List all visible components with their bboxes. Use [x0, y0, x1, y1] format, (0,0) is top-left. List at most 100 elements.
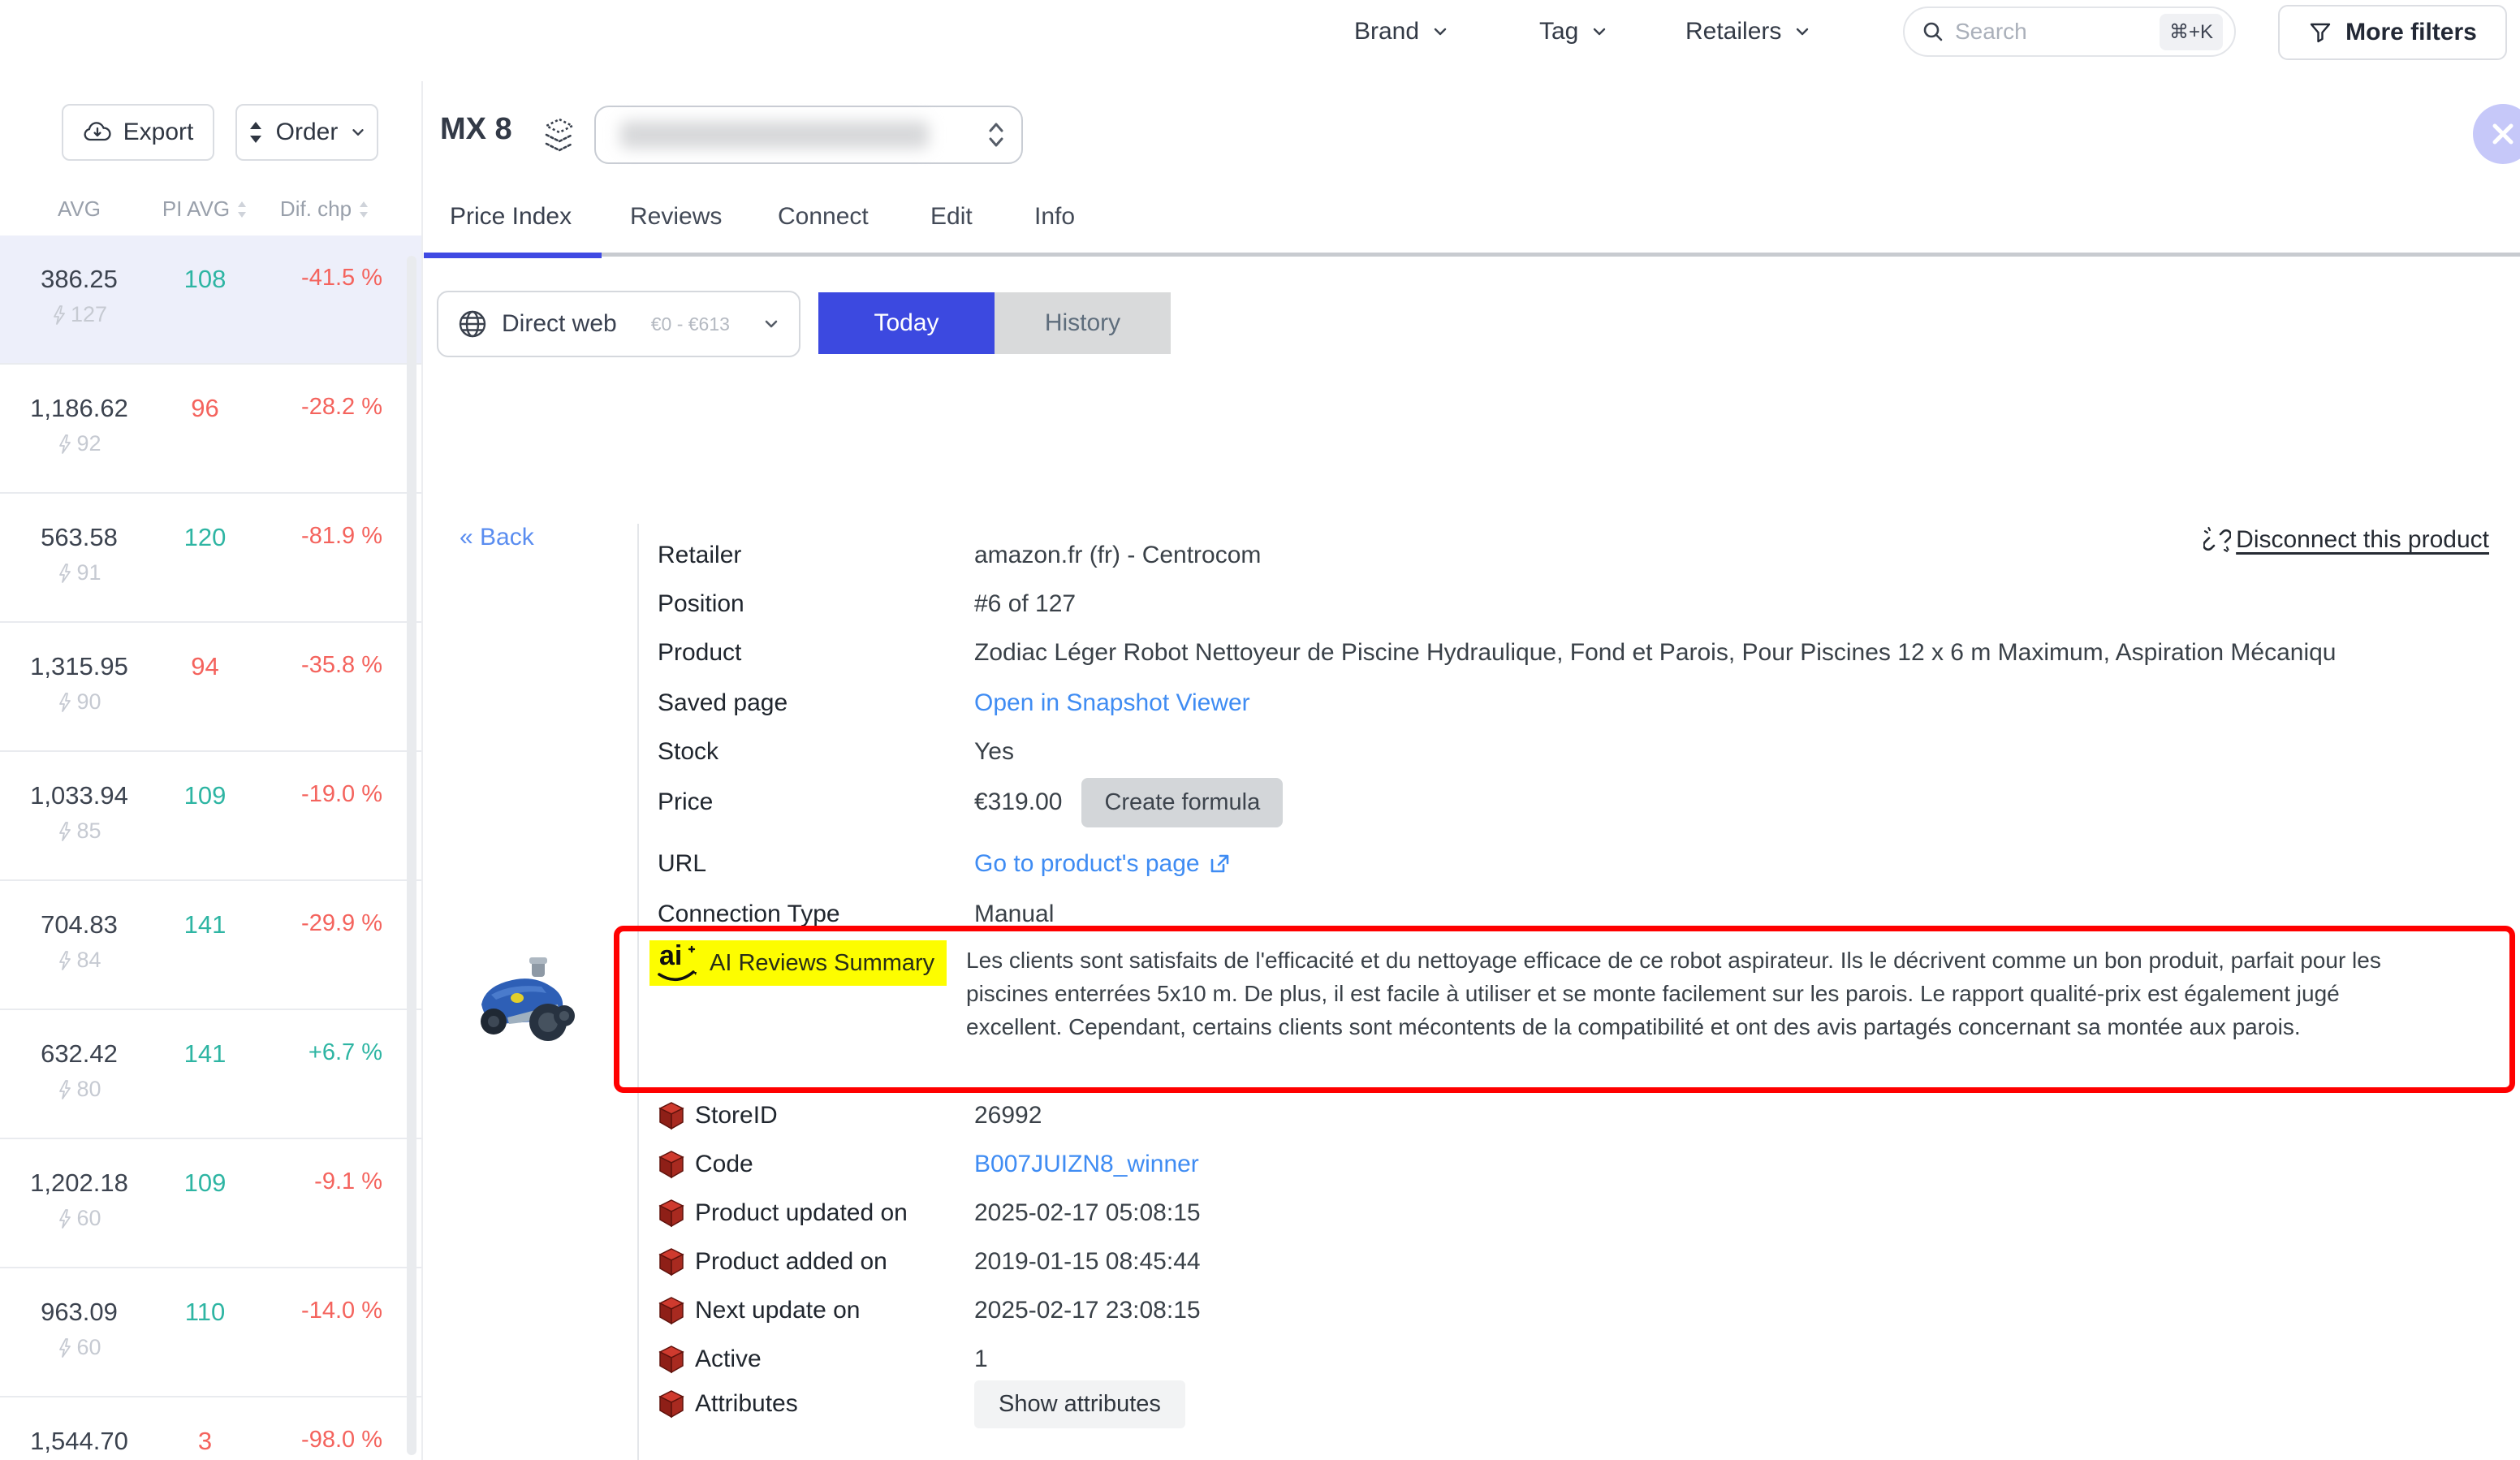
export-button[interactable]: Export	[62, 104, 214, 161]
red-cube-icon	[658, 1150, 687, 1179]
detail-label: URL	[658, 850, 974, 878]
table-row[interactable]: 704.83 84 141 -29.9 %	[0, 881, 421, 1010]
search-input[interactable]	[1955, 19, 2150, 45]
disconnect-product-link[interactable]: Disconnect this product	[2203, 526, 2489, 554]
lightning-icon	[57, 1337, 73, 1358]
detail-value: Zodiac Léger Robot Nettoyeur de Piscine …	[974, 639, 2336, 667]
retailers-dropdown[interactable]: Retailers	[1685, 18, 1812, 45]
pi-avg-value: 109	[158, 781, 252, 810]
tab-reviews[interactable]: Reviews	[630, 203, 722, 231]
history-toggle-button[interactable]: History	[995, 292, 1171, 354]
layers-icon[interactable]	[541, 117, 578, 158]
avg-value: 1,033.94	[0, 781, 158, 810]
lightning-icon	[57, 950, 73, 971]
red-cube-icon	[658, 1389, 687, 1419]
pi-avg-value: 108	[158, 265, 252, 294]
today-toggle-button[interactable]: Today	[818, 292, 995, 354]
detail-row-stock: Stock Yes	[658, 736, 1014, 768]
back-link[interactable]: « Back	[460, 524, 534, 551]
avg-value: 563.58	[0, 523, 158, 552]
brand-dropdown[interactable]: Brand	[1354, 18, 1450, 45]
table-row[interactable]: 1,202.18 60 109 -9.1 %	[0, 1139, 421, 1268]
detail-label: Attributes	[695, 1390, 974, 1418]
detail-row-price: Price €319.00 Create formula	[658, 775, 1283, 829]
globe-icon	[456, 308, 489, 340]
table-row[interactable]: 563.58 91 120 -81.9 %	[0, 494, 421, 623]
detail-row-attributes: Attributes Show attributes	[658, 1380, 1185, 1428]
chevron-down-icon	[1430, 22, 1450, 41]
table-row[interactable]: 963.09 60 110 -14.0 %	[0, 1268, 421, 1397]
products-table: 386.25 127 108 -41.5 % 1,186.62 92 96 -2…	[0, 235, 421, 1460]
table-row[interactable]: 632.42 80 141 +6.7 %	[0, 1010, 421, 1139]
lightning-icon	[57, 1079, 73, 1100]
table-row[interactable]: 1,315.95 90 94 -35.8 %	[0, 623, 421, 752]
ai-reviews-summary-label: ai AI Reviews Summary	[649, 940, 947, 986]
product-select[interactable]	[594, 106, 1023, 164]
sort-arrows-icon	[247, 120, 265, 145]
lightning-icon	[57, 434, 73, 455]
table-row[interactable]: 1,544.70 3 -98.0 %	[0, 1397, 421, 1460]
lightning-icon	[57, 563, 73, 584]
avg-value: 963.09	[0, 1298, 158, 1327]
avg-value: 1,186.62	[0, 394, 158, 423]
pi-avg-value: 120	[158, 523, 252, 552]
tab-price-index[interactable]: Price Index	[450, 203, 572, 231]
detail-label: Position	[658, 590, 974, 618]
detail-label: Product added on	[695, 1248, 974, 1276]
detail-label: Product updated on	[695, 1199, 974, 1227]
column-header-dif-chp[interactable]: Dif. chp	[252, 197, 398, 222]
search-shortcut-badge: ⌘+K	[2160, 14, 2223, 50]
detail-label: StoreID	[695, 1102, 974, 1130]
retailers-dropdown-label: Retailers	[1685, 18, 1781, 45]
pi-avg-value: 94	[158, 652, 252, 681]
flash-count: 60	[0, 1206, 158, 1231]
flash-count: 85	[0, 819, 158, 844]
detail-row-position: Position #6 of 127	[658, 588, 1076, 620]
detail-label: Connection Type	[658, 901, 974, 928]
filter-funnel-icon	[2308, 20, 2332, 45]
detail-row-saved-page: Saved page Open in Snapshot Viewer	[658, 687, 1250, 719]
detail-value: 1	[974, 1346, 988, 1373]
source-filter-dropdown[interactable]: Direct web €0 - €613	[437, 291, 800, 357]
redacted-select-value	[620, 121, 929, 149]
detail-label: Stock	[658, 738, 974, 766]
app-window: Brand Tag Retailers ⌘+K More filters Exp…	[0, 0, 2520, 1460]
pi-avg-value: 96	[158, 394, 252, 423]
tab-info[interactable]: Info	[1034, 203, 1075, 231]
column-header-avg: AVG	[0, 197, 158, 222]
product-code-link[interactable]: B007JUIZN8_winner	[974, 1151, 1199, 1178]
tab-edit[interactable]: Edit	[930, 203, 973, 231]
more-filters-button[interactable]: More filters	[2278, 5, 2507, 60]
show-attributes-button[interactable]: Show attributes	[974, 1380, 1185, 1428]
sidebar-scrollbar[interactable]	[407, 256, 416, 1455]
pi-avg-value: 141	[158, 1039, 252, 1069]
close-button[interactable]	[2473, 104, 2520, 164]
pi-avg-value: 109	[158, 1168, 252, 1198]
snapshot-viewer-link[interactable]: Open in Snapshot Viewer	[974, 689, 1250, 717]
dif-value: -29.9 %	[252, 910, 394, 937]
table-row[interactable]: 1,033.94 85 109 -19.0 %	[0, 752, 421, 881]
tag-dropdown-label: Tag	[1539, 18, 1578, 45]
dif-value: -81.9 %	[252, 523, 394, 550]
tab-connect[interactable]: Connect	[778, 203, 869, 231]
detail-label: Active	[695, 1346, 974, 1373]
products-sidebar: Export Order AVG PI AVG Dif. chp 386.25 …	[0, 81, 423, 1460]
table-row[interactable]: 1,186.62 92 96 -28.2 %	[0, 365, 421, 494]
detail-label: Next update on	[695, 1297, 974, 1324]
avg-value: 632.42	[0, 1039, 158, 1069]
avg-value: 1,202.18	[0, 1168, 158, 1198]
create-formula-button[interactable]: Create formula	[1081, 778, 1283, 827]
red-cube-icon	[658, 1101, 687, 1130]
sort-arrows-icon	[236, 201, 248, 218]
column-header-pi-avg[interactable]: PI AVG	[158, 197, 252, 222]
detail-row-product-updated: Product updated on 2025-02-17 05:08:15	[658, 1197, 1201, 1229]
detail-value: amazon.fr (fr) - Centrocom	[974, 542, 1261, 569]
search-box[interactable]: ⌘+K	[1903, 6, 2236, 57]
tag-dropdown[interactable]: Tag	[1539, 18, 1609, 45]
tab-underline-track	[424, 253, 2520, 257]
order-label: Order	[276, 119, 339, 146]
flash-count: 84	[0, 948, 158, 973]
product-page-link[interactable]: Go to product's page	[974, 850, 1231, 878]
order-button[interactable]: Order	[235, 104, 378, 161]
table-row[interactable]: 386.25 127 108 -41.5 %	[0, 235, 421, 365]
